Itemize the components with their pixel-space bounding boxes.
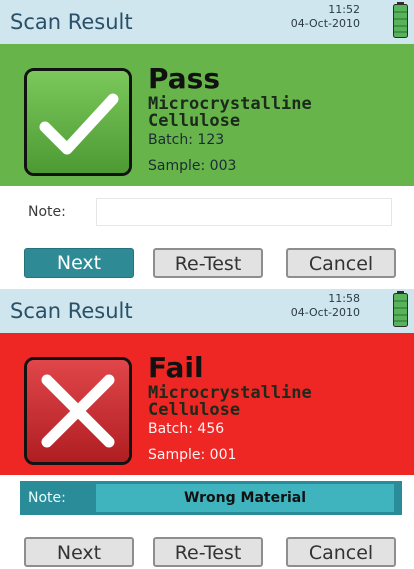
material-line-2: Cellulose bbox=[148, 111, 241, 131]
status-label: Fail bbox=[148, 351, 204, 384]
pass-status-box bbox=[24, 68, 132, 176]
sample-label: Sample: 003 bbox=[148, 158, 237, 174]
next-button[interactable]: Next bbox=[24, 537, 134, 567]
result-area: Pass Microcrystalline Cellulose Batch: 1… bbox=[0, 44, 414, 186]
clock-date: 04-Oct-2010 bbox=[290, 306, 360, 319]
battery-icon bbox=[393, 2, 408, 38]
batch-label: Batch: 456 bbox=[148, 421, 225, 437]
screen-title: Scan Result bbox=[10, 10, 133, 34]
retest-button[interactable]: Re-Test bbox=[153, 248, 263, 278]
sample-label: Sample: 001 bbox=[148, 447, 237, 463]
note-label: Note: bbox=[28, 204, 66, 220]
cancel-button[interactable]: Cancel bbox=[286, 537, 396, 567]
scan-result-fail-screen: Scan Result 11:58 04-Oct-2010 Fail Micro… bbox=[0, 289, 414, 569]
clock-time: 11:52 bbox=[328, 3, 360, 16]
checkmark-icon bbox=[27, 71, 129, 173]
clock-time: 11:58 bbox=[328, 292, 360, 305]
screen-title: Scan Result bbox=[10, 299, 133, 323]
retest-button[interactable]: Re-Test bbox=[153, 537, 263, 567]
next-button[interactable]: Next bbox=[24, 248, 134, 278]
clock: 11:52 04-Oct-2010 bbox=[280, 3, 360, 31]
note-input[interactable] bbox=[96, 198, 392, 226]
battery-icon bbox=[393, 291, 408, 327]
material-name: Microcrystalline Cellulose bbox=[148, 96, 312, 130]
batch-label: Batch: 123 bbox=[148, 132, 225, 148]
title-bar: Scan Result 11:52 04-Oct-2010 bbox=[0, 0, 414, 44]
note-input[interactable]: Wrong Material bbox=[96, 484, 394, 512]
clock-date: 04-Oct-2010 bbox=[290, 17, 360, 30]
cancel-button[interactable]: Cancel bbox=[286, 248, 396, 278]
material-line-2: Cellulose bbox=[148, 400, 241, 420]
note-label: Note: bbox=[28, 490, 66, 506]
scan-result-pass-screen: Scan Result 11:52 04-Oct-2010 Pass Micro… bbox=[0, 0, 414, 280]
material-name: Microcrystalline Cellulose bbox=[148, 385, 312, 419]
result-area: Fail Microcrystalline Cellulose Batch: 4… bbox=[0, 333, 414, 475]
note-row: Note: bbox=[0, 186, 414, 236]
status-label: Pass bbox=[148, 62, 220, 95]
title-bar: Scan Result 11:58 04-Oct-2010 bbox=[0, 289, 414, 333]
cross-icon bbox=[27, 360, 129, 462]
clock: 11:58 04-Oct-2010 bbox=[280, 292, 360, 320]
fail-status-box bbox=[24, 357, 132, 465]
note-row: Note: Wrong Material bbox=[20, 481, 402, 515]
